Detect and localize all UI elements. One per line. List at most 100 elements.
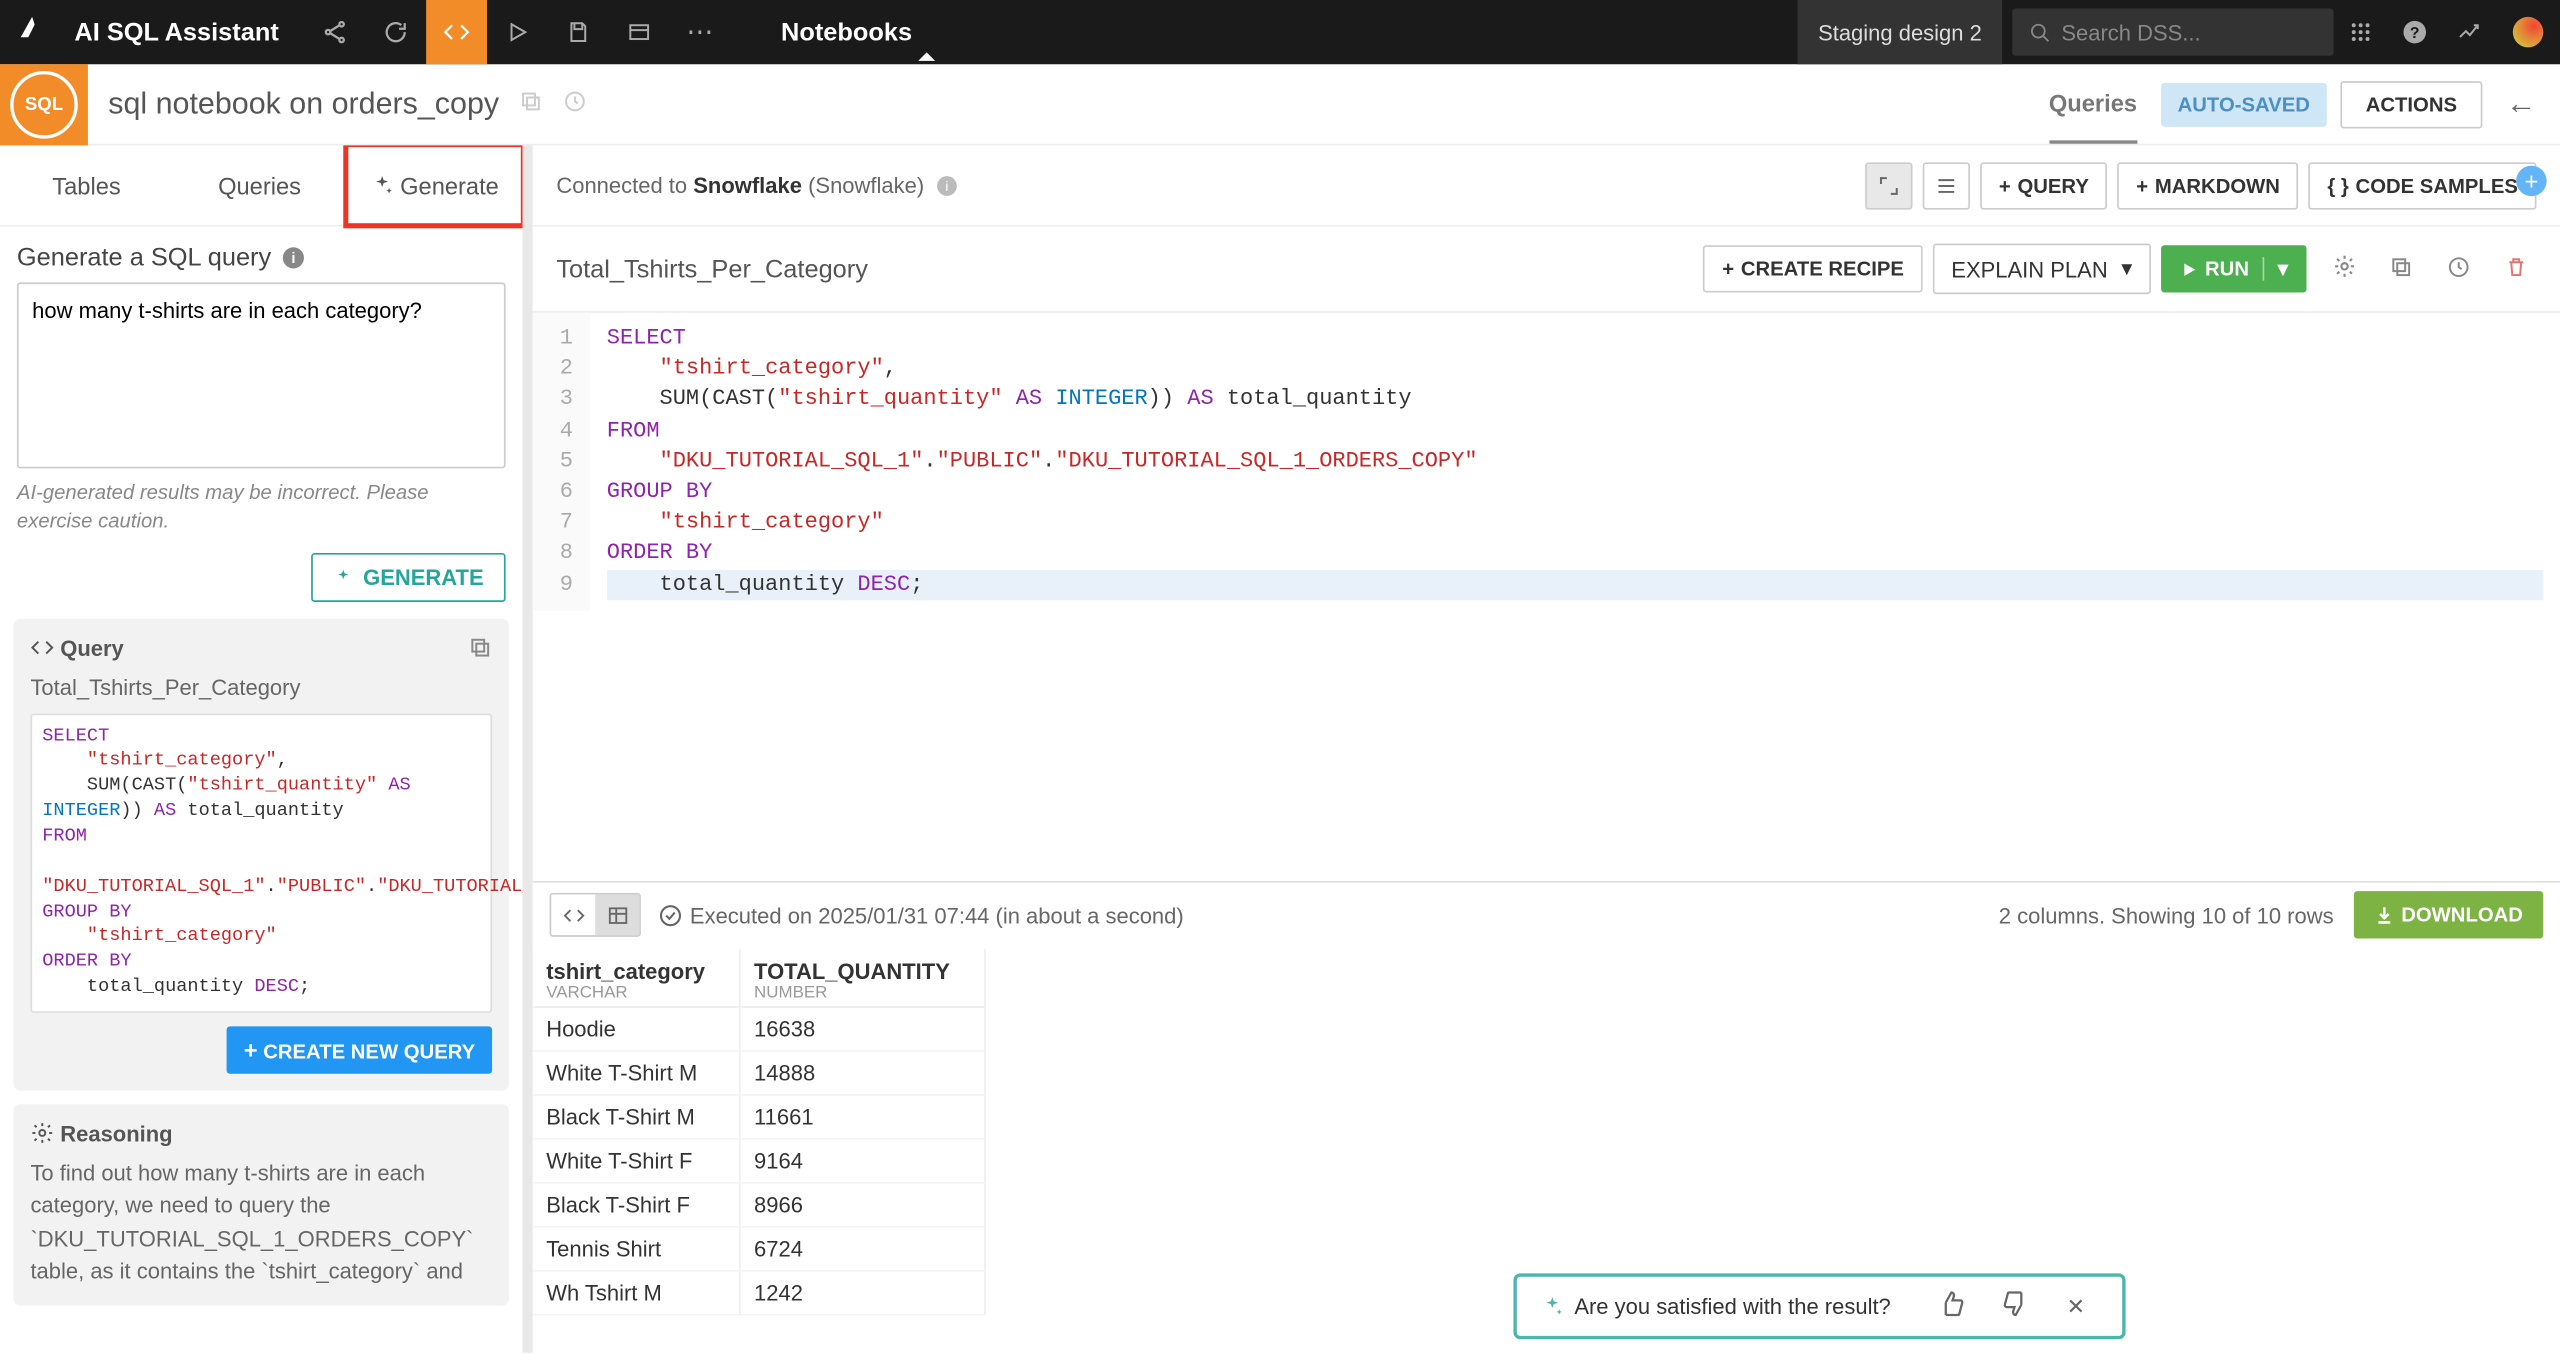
table-row: White T-Shirt M14888 <box>533 1050 985 1094</box>
generate-button-label: GENERATE <box>363 564 484 589</box>
results-info: 2 columns. Showing 10 of 10 rows <box>1999 902 2334 927</box>
info-icon[interactable]: i <box>934 173 958 197</box>
code-icon <box>30 636 54 660</box>
right-panel: + i Connected to Snowflake (Snowflake) i… <box>533 145 2560 1352</box>
feedback-popup: Are you satisfied with the result? ✕ <box>1513 1273 2125 1339</box>
save-icon[interactable] <box>548 0 609 64</box>
sql-editor[interactable]: 123456789 SELECT "tshirt_category", SUM(… <box>533 311 2560 610</box>
back-arrow-icon[interactable]: ← <box>2499 86 2543 122</box>
create-new-query-button[interactable]: + CREATE NEW QUERY <box>227 1026 492 1073</box>
reasoning-label: Reasoning <box>60 1121 172 1146</box>
add-cell-icon[interactable]: + <box>2516 166 2546 196</box>
info-icon[interactable]: i <box>281 245 306 270</box>
disclaimer-text: AI-generated results may be incorrect. P… <box>0 468 523 552</box>
reasoning-card: Reasoning To find out how many t-shirts … <box>14 1104 509 1305</box>
connection-status: Connected to Snowflake (Snowflake) <box>556 172 924 197</box>
global-topbar: AI SQL Assistant ⋯ Notebooks Staging des… <box>0 0 2560 64</box>
grid-icon[interactable] <box>609 0 670 64</box>
run-button[interactable]: RUN ▾ <box>2161 245 2306 292</box>
generate-button[interactable]: GENERATE <box>311 552 505 601</box>
gear-icon <box>30 1122 54 1146</box>
table-view-icon[interactable] <box>595 895 639 936</box>
thumbs-up-icon[interactable] <box>1938 1290 1975 1322</box>
share-icon[interactable] <box>304 0 365 64</box>
expand-icon[interactable] <box>1865 161 1912 208</box>
apps-icon[interactable] <box>2334 0 2388 64</box>
sql-badge-icon: SQL <box>10 70 78 138</box>
notebooks-nav[interactable]: Notebooks <box>781 18 912 47</box>
explain-plan-button[interactable]: EXPLAIN PLAN ▾ <box>1933 244 2151 295</box>
run-dropdown-icon[interactable]: ▾ <box>2263 257 2288 281</box>
add-markdown-button[interactable]: + MARKDOWN <box>2118 161 2299 208</box>
svg-text:i: i <box>292 251 296 267</box>
editor-gutter: 123456789 <box>533 313 590 610</box>
reasoning-text: To find out how many t-shirts are in eac… <box>30 1156 492 1288</box>
query-card-name: Total_Tshirts_Per_Category <box>30 674 492 699</box>
notebook-title: sql notebook on orders_copy <box>108 86 499 122</box>
result-view-toggle[interactable] <box>550 893 641 937</box>
table-row: Wh Tshirt M1242 <box>533 1270 985 1314</box>
svg-text:?: ? <box>2410 25 2420 42</box>
table-row: Black T-Shirt F8966 <box>533 1182 985 1226</box>
list-icon[interactable] <box>1923 161 1970 208</box>
table-row: Hoodie16638 <box>533 1006 985 1050</box>
left-panel: Tables Queries Generate Generate a SQL q… <box>0 145 533 1352</box>
dataiku-logo-icon[interactable] <box>17 12 58 53</box>
sparkle-icon <box>333 568 353 588</box>
play-icon[interactable] <box>487 0 548 64</box>
generate-tab-label: Generate <box>400 172 499 199</box>
table-row: Tennis Shirt6724 <box>533 1226 985 1270</box>
create-recipe-button[interactable]: + CREATE RECIPE <box>1704 245 1923 292</box>
table-row: Black T-Shirt M11661 <box>533 1094 985 1138</box>
table-row: White T-Shirt F9164 <box>533 1138 985 1182</box>
col-header-quantity[interactable]: TOTAL_QUANTITYNUMBER <box>740 948 985 1006</box>
feedback-text: Are you satisfied with the result? <box>1574 1294 1890 1319</box>
sparkle-icon <box>370 173 394 197</box>
query-card: Query Total_Tshirts_Per_Category SELECT … <box>14 618 509 1090</box>
code-tab-icon[interactable] <box>426 0 487 64</box>
col-header-category[interactable]: tshirt_categoryVARCHAR <box>533 948 740 1006</box>
code-view-icon[interactable] <box>551 895 595 936</box>
refresh-icon[interactable] <box>365 0 426 64</box>
query-title: Total_Tshirts_Per_Category <box>556 254 868 283</box>
search-icon <box>2029 21 2051 43</box>
prompt-input[interactable]: how many t-shirts are in each category? <box>17 282 506 468</box>
download-button[interactable]: DOWNLOAD <box>2354 891 2543 938</box>
delete-icon[interactable] <box>2496 254 2537 283</box>
activity-icon[interactable] <box>2442 0 2496 64</box>
settings-icon[interactable] <box>2323 254 2364 284</box>
copy-icon[interactable] <box>468 636 492 660</box>
left-tab-queries[interactable]: Queries <box>173 145 346 224</box>
query-card-label: Query <box>60 635 124 660</box>
copy-query-icon[interactable] <box>2381 254 2422 283</box>
query-card-code: SELECT "tshirt_category", SUM(CAST("tshi… <box>30 713 492 1013</box>
search-placeholder: Search DSS... <box>2061 19 2200 44</box>
help-icon[interactable]: ? <box>2388 0 2442 64</box>
user-avatar[interactable] <box>2513 17 2543 47</box>
history-icon[interactable] <box>563 90 587 119</box>
env-selector[interactable]: Staging design 2 <box>1798 0 2002 64</box>
execution-status: Executed on 2025/01/31 07:44 (in about a… <box>658 902 1184 927</box>
notebook-header: SQL sql notebook on orders_copy Queries … <box>0 64 2560 145</box>
close-icon[interactable]: ✕ <box>2067 1293 2085 1320</box>
svg-text:i: i <box>945 178 948 193</box>
global-search[interactable]: Search DSS... <box>2012 8 2333 55</box>
app-title: AI SQL Assistant <box>74 18 278 47</box>
more-icon[interactable]: ⋯ <box>669 0 730 64</box>
tab-queries[interactable]: Queries <box>2049 65 2137 143</box>
actions-button[interactable]: ACTIONS <box>2340 80 2482 127</box>
add-query-button[interactable]: + QUERY <box>1980 161 2107 208</box>
clock-icon[interactable] <box>2438 254 2479 283</box>
autosaved-badge: AUTO-SAVED <box>2161 82 2327 126</box>
thumbs-down-icon[interactable] <box>2002 1290 2039 1322</box>
generate-header: Generate a SQL query i <box>0 227 523 283</box>
download-icon <box>2374 905 2394 925</box>
sparkle-icon <box>1541 1294 1565 1318</box>
play-icon <box>2180 260 2199 279</box>
left-tab-tables[interactable]: Tables <box>0 145 173 224</box>
editor-code[interactable]: SELECT "tshirt_category", SUM(CAST("tshi… <box>590 313 2560 610</box>
code-samples-button[interactable]: { } CODE SAMPLES <box>2309 161 2537 208</box>
check-circle-icon <box>658 902 683 927</box>
left-tab-generate[interactable]: Generate <box>343 145 526 228</box>
copy-icon[interactable] <box>519 90 543 119</box>
